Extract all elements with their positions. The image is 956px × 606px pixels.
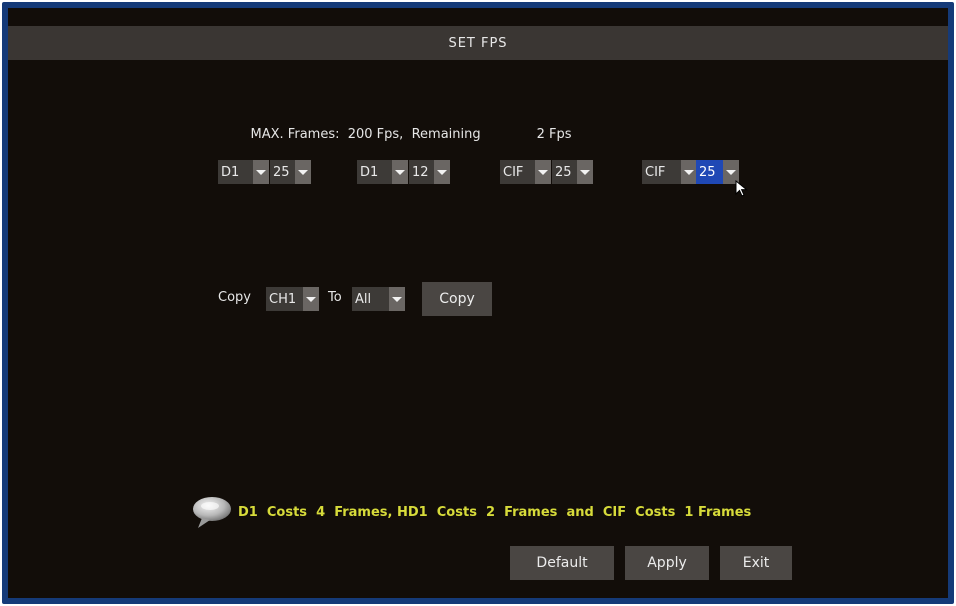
set-fps-window: SET FPS MAX. Frames: 200 Fps, Remaining 2… [2, 2, 954, 604]
ch3-resolution-value: CIF [500, 160, 535, 184]
copy-to-select[interactable]: All [352, 287, 405, 311]
copy-label: Copy [218, 290, 251, 305]
copy-to-value: All [352, 287, 389, 311]
ch1-fps-value: 25 [270, 160, 295, 184]
hint-text: D1 Costs 4 Frames, HD1 Costs 2 Frames an… [238, 504, 752, 520]
ch3-fps-select[interactable]: 25 [552, 160, 593, 184]
frame-budget-info: MAX. Frames: 200 Fps, Remaining 2 Fps [234, 112, 572, 157]
copy-from-value: CH1 [266, 287, 303, 311]
ch4-resolution-select[interactable]: CIF [642, 160, 697, 184]
ch3-resolution-select[interactable]: CIF [500, 160, 551, 184]
ch1-resolution-value: D1 [218, 160, 253, 184]
dropdown-arrow-icon[interactable] [389, 287, 405, 311]
ch4-resolution-value: CIF [642, 160, 681, 184]
ch1-fps-select[interactable]: 25 [270, 160, 311, 184]
default-button[interactable]: Default [510, 546, 614, 580]
ch4-fps-select[interactable]: 25 [696, 160, 739, 184]
ch2-fps-value: 12 [409, 160, 434, 184]
ch4-fps-value: 25 [696, 160, 723, 184]
max-frames-value: 200 Fps, [347, 127, 404, 142]
apply-button[interactable]: Apply [625, 546, 709, 580]
channel-settings-row: D1 25 D1 12 CIF 25 CIF 25 [8, 160, 948, 186]
remaining-label: Remaining [411, 127, 481, 142]
ch1-resolution-select[interactable]: D1 [218, 160, 269, 184]
dropdown-arrow-icon[interactable] [253, 160, 269, 184]
dropdown-arrow-icon[interactable] [295, 160, 311, 184]
dropdown-arrow-icon[interactable] [392, 160, 408, 184]
copy-from-select[interactable]: CH1 [266, 287, 319, 311]
dropdown-arrow-icon[interactable] [535, 160, 551, 184]
dropdown-arrow-icon[interactable] [577, 160, 593, 184]
ch2-resolution-select[interactable]: D1 [357, 160, 408, 184]
ch2-fps-select[interactable]: 12 [409, 160, 450, 184]
mouse-cursor-icon [735, 180, 748, 197]
exit-button[interactable]: Exit [720, 546, 792, 580]
hint-row: D1 Costs 4 Frames, HD1 Costs 2 Frames an… [190, 494, 751, 530]
max-frames-label: MAX. Frames: [250, 127, 340, 142]
remaining-value: 2 Fps [536, 127, 572, 142]
dropdown-arrow-icon[interactable] [303, 287, 319, 311]
copy-to-label: To [328, 290, 342, 305]
dropdown-arrow-icon[interactable] [434, 160, 450, 184]
dropdown-arrow-icon[interactable] [681, 160, 697, 184]
speech-bubble-icon [193, 497, 231, 528]
copy-button[interactable]: Copy [422, 282, 492, 316]
window-title: SET FPS [8, 26, 948, 60]
ch3-fps-value: 25 [552, 160, 577, 184]
ch2-resolution-value: D1 [357, 160, 392, 184]
